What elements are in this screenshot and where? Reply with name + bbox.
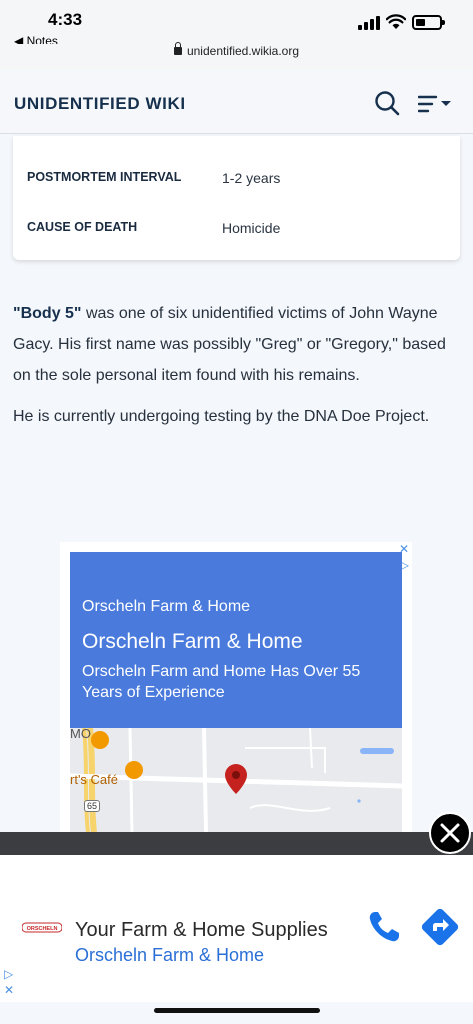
lock-icon — [173, 42, 182, 55]
menu-icon[interactable] — [418, 94, 454, 114]
phone-icon[interactable] — [366, 909, 402, 945]
battery-icon — [412, 15, 445, 30]
ad-description: Orscheln Farm and Home Has Over 55 Years… — [82, 663, 361, 701]
map-place-label: MO — [70, 728, 91, 741]
infobox-label: POSTMORTEM INTERVAL — [27, 170, 182, 184]
directions-icon[interactable] — [420, 907, 460, 947]
map-place-label: rt's Café — [70, 772, 118, 787]
ad-advertiser-name: Orscheln Farm & Home — [82, 598, 251, 615]
map-advertisement[interactable]: ✕ ▷ Orscheln Farm & Home Orscheln Farm &… — [60, 542, 412, 832]
article-paragraph: He is currently undergoing testing by th… — [13, 408, 430, 425]
adchoices-icon[interactable]: ▷ — [4, 967, 13, 981]
bottom-ad-advertiser[interactable]: Orscheln Farm & Home — [75, 945, 264, 966]
route-shield: 65 — [84, 800, 101, 812]
ad-close-icon[interactable]: ✕ — [4, 983, 14, 997]
bottom-banner-ad[interactable]: ORSCHELN Your Farm & Home Supplies Orsch… — [0, 855, 473, 1002]
search-icon[interactable] — [374, 90, 400, 116]
wifi-icon — [386, 14, 406, 29]
infobox-value: 1-2 years — [222, 170, 281, 186]
article-paragraph: "Body 5" was one of six unidentified vic… — [13, 298, 453, 391]
close-ad-button[interactable] — [429, 812, 471, 854]
home-indicator[interactable] — [154, 1008, 320, 1013]
ad-title[interactable]: Orscheln Farm & Home — [82, 630, 303, 654]
map-graphic — [70, 728, 402, 832]
logo-text: ORSCHELN — [27, 926, 58, 932]
ad-banner[interactable]: Orscheln Farm & Home Orscheln Farm & Hom… — [70, 552, 402, 728]
infobox: POSTMORTEM INTERVAL 1-2 years CAUSE OF D… — [13, 136, 460, 260]
close-icon — [440, 823, 460, 843]
orscheln-logo: ORSCHELN — [22, 922, 62, 933]
site-header: UNIDENTIFIED WIKI — [0, 72, 473, 134]
url-text: unidentified.wikia.org — [186, 44, 300, 58]
ad-separator-bar — [0, 832, 473, 856]
bottom-ad-headline[interactable]: Your Farm & Home Supplies — [75, 919, 328, 942]
article-subject: "Body 5" — [13, 305, 82, 322]
cellular-signal-icon — [358, 16, 380, 30]
infobox-value: Homicide — [222, 220, 281, 236]
article-body: "Body 5" was one of six unidentified vic… — [13, 298, 453, 442]
site-title[interactable]: UNIDENTIFIED WIKI — [14, 94, 186, 114]
ad-map[interactable]: MO rt's Café 65 — [70, 728, 402, 832]
infobox-label: CAUSE OF DEATH — [27, 220, 138, 234]
status-time: 4:33 — [48, 10, 83, 29]
url-bar[interactable]: unidentified.wikia.org — [0, 42, 473, 70]
